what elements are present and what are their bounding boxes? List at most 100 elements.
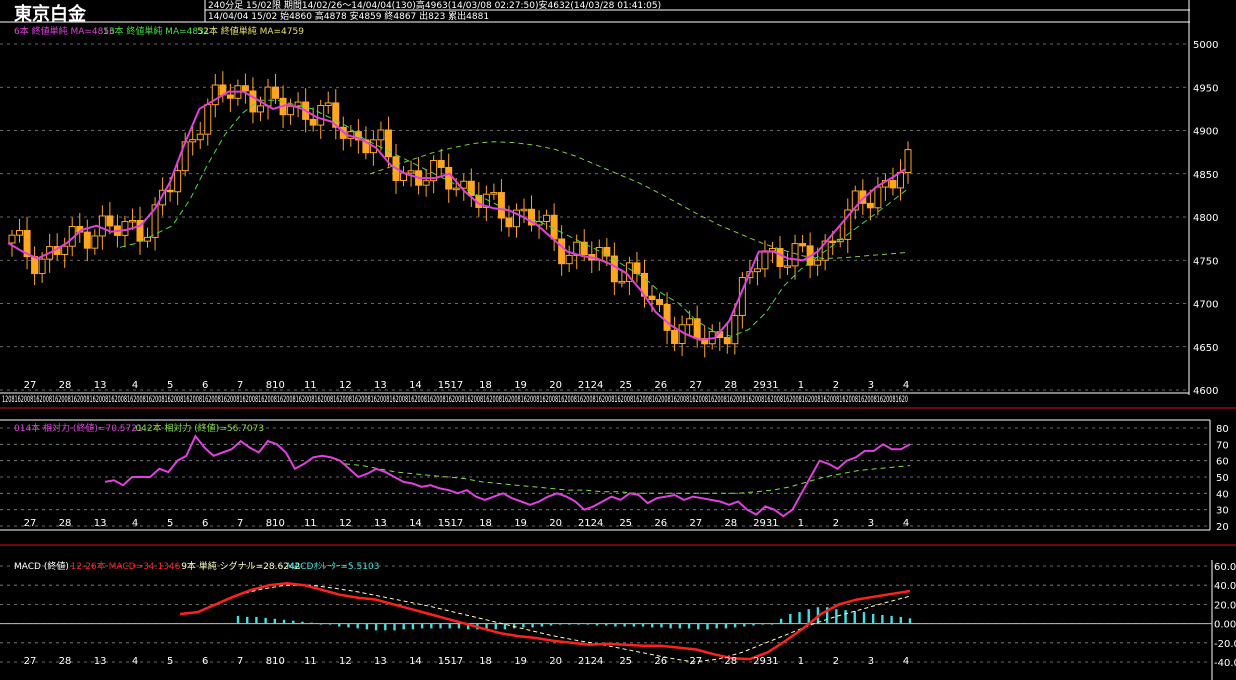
candle-body [505, 217, 513, 228]
candle-body [467, 180, 475, 196]
oscillator-bar [614, 623, 617, 627]
macd-day-label: 2931 [753, 656, 778, 667]
oscillator-bar [715, 623, 718, 629]
oscillator-bar [724, 623, 728, 629]
macd-day-label: 28 [59, 656, 72, 667]
price-axis-tick-label: 4950 [1193, 83, 1218, 94]
rsi-day-label: 25 [619, 518, 632, 529]
oscillator-bar [899, 616, 902, 624]
oscillator-bar [770, 623, 774, 625]
rsi-day-label: 2 [833, 518, 839, 529]
price-day-label: 4 [903, 380, 909, 391]
oscillator-bar [310, 622, 313, 624]
candle-body [377, 129, 385, 141]
candle-body [768, 247, 776, 252]
price-legend-2: 52本 終値単純 MA=4759 [197, 25, 304, 37]
macd-day-label: 6 [202, 656, 208, 667]
candle-body [663, 303, 671, 331]
candle-body [264, 86, 272, 107]
candle-body [287, 105, 295, 116]
candle-body [422, 180, 430, 186]
candle-body [324, 102, 332, 106]
rsi-day-label: 20 [549, 518, 562, 529]
oscillator-bar [789, 614, 792, 624]
candle-body [814, 259, 822, 266]
oscillator-bar [595, 623, 599, 626]
candle-body [889, 180, 897, 189]
price-day-label: 12 [339, 380, 352, 391]
ma6-line [7, 90, 907, 341]
candle-body [452, 187, 460, 191]
oscillator-bar [871, 614, 875, 624]
oscillator-bar [503, 623, 507, 630]
rsi42-line [344, 463, 911, 494]
candle-body [565, 254, 573, 265]
macd-axis-tick-label: 20.0000 [1214, 600, 1236, 611]
oscillator-bar [282, 619, 286, 624]
oscillator-bar [365, 623, 369, 630]
candle-body [753, 268, 761, 273]
price-day-label: 13 [94, 380, 107, 391]
oscillator-bar [301, 621, 304, 624]
candle-body [309, 118, 317, 126]
candle-body [543, 214, 551, 222]
price-day-label: 28 [724, 380, 737, 391]
price-axis-tick-label: 4650 [1193, 343, 1218, 354]
macd-day-label: 4 [132, 656, 138, 667]
oscillator-bar [430, 623, 433, 629]
oscillator-bar [328, 623, 332, 625]
candle-body [648, 295, 656, 301]
oscillator-bar [374, 623, 378, 631]
rsi-day-label: 27 [24, 518, 37, 529]
macd-legend-1: 12-26本 MACD=34.1346 [71, 560, 181, 572]
rsi-day-label: 12 [339, 518, 352, 529]
price-day-label: 14 [409, 380, 422, 391]
price-day-label: 2 [833, 380, 839, 391]
price-day-label: 13 [374, 380, 387, 391]
oscillator-bar [908, 618, 912, 624]
oscillator-bar [411, 623, 415, 630]
oscillator-bar [733, 623, 737, 628]
candle-body [196, 133, 204, 141]
price-day-label: 1 [798, 380, 804, 391]
macd-axis-tick-label: -20.0000 [1214, 639, 1236, 650]
bar-info: 14/04/04 15/02 始4860 高4878 安4859 終4867 出… [208, 10, 489, 22]
candle-body [731, 314, 739, 345]
candle-body [520, 208, 528, 212]
rsi-axis-tick-label: 50 [1216, 473, 1229, 484]
oscillator-bar [853, 611, 856, 624]
oscillator-bar [623, 623, 626, 627]
candle-body [272, 86, 280, 99]
oscillator-bar [651, 623, 654, 628]
price-axis-tick-label: 4700 [1193, 300, 1218, 311]
oscillator-bar [393, 623, 396, 631]
candle-body [241, 85, 249, 92]
macd-day-label: 7 [237, 656, 243, 667]
oscillator-bar [384, 623, 387, 631]
macd-axis-tick-label: 60.0000 [1214, 562, 1236, 573]
oscillator-bar [632, 623, 636, 627]
oscillator-bar [494, 623, 497, 630]
price-day-label: 5 [167, 380, 173, 391]
oscillator-bar [669, 623, 672, 629]
candle-body [226, 94, 234, 99]
rsi-legend-1: 042本 相対力 (終値)=56.7073 [135, 422, 264, 434]
candle-body [799, 243, 807, 247]
rsi-day-label: 28 [59, 518, 72, 529]
macd-day-label: 14 [409, 656, 422, 667]
oscillator-bar [678, 623, 682, 629]
candle-body [761, 250, 769, 270]
rsi-day-label: 6 [202, 518, 208, 529]
macd-day-label: 13 [374, 656, 387, 667]
rsi-legend-0: 014本 相対力 (終値)=70.5721 [14, 422, 143, 434]
candle-body [407, 170, 415, 174]
candle-body [8, 234, 16, 244]
price-legend-0: 6本 終値単純 MA=4856 [14, 25, 115, 37]
price-axis-tick-label: 5000 [1193, 40, 1218, 51]
oscillator-bar [761, 623, 764, 625]
oscillator-bar [236, 615, 240, 624]
rsi-axis-tick-label: 30 [1216, 506, 1229, 517]
price-day-label: 7 [237, 380, 243, 391]
price-day-label: 2931 [753, 380, 778, 391]
price-axis-tick-label: 4750 [1193, 256, 1218, 267]
